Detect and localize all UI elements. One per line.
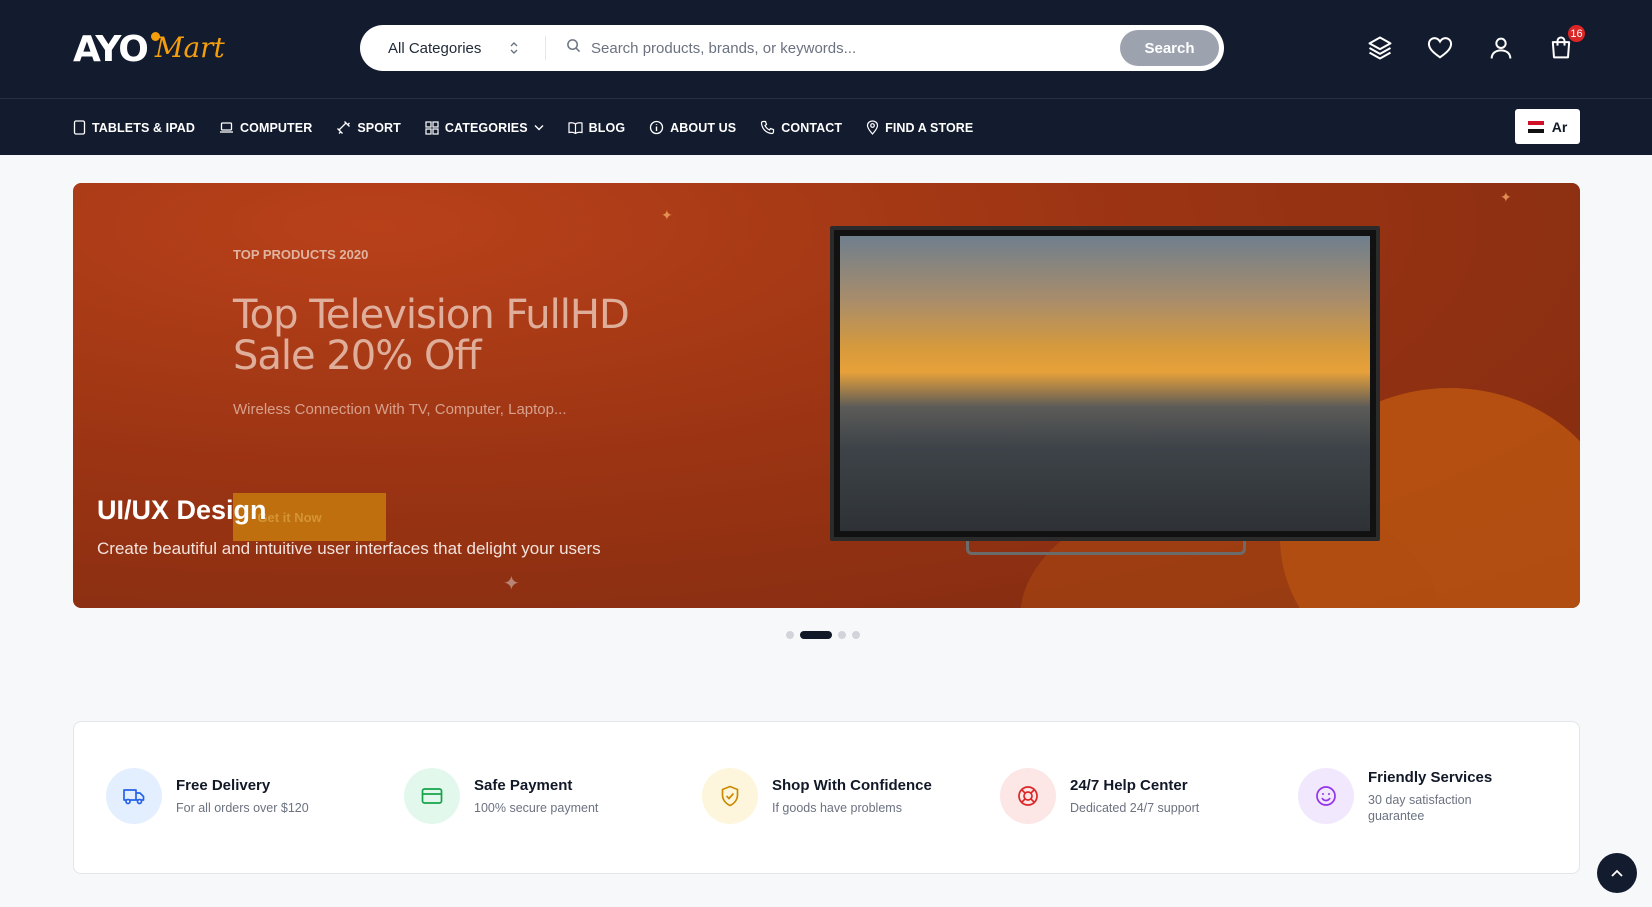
feature-title: Friendly Services [1368,768,1493,786]
feature-free-delivery: Free Delivery For all orders over $120 [106,768,326,824]
sparkle-icon: ✦ [1500,189,1512,205]
feature-safe-payment: Safe Payment 100% secure payment [404,768,624,824]
nav-item-sport[interactable]: SPORT [336,120,401,135]
feature-description: Dedicated 24/7 support [1070,800,1200,815]
search-input[interactable] [591,39,1120,57]
feature-shop-confidence: Shop With Confidence If goods have probl… [702,768,932,824]
feature-title: Shop With Confidence [772,776,932,794]
search-field [546,25,1120,71]
search-button[interactable]: Search [1120,30,1219,66]
feature-description: For all orders over $120 [176,800,309,815]
nav-item-label: TABLETS & IPAD [92,120,196,135]
cart-button[interactable]: 16 [1545,23,1587,64]
phone-icon [761,120,775,135]
sparkle-icon: ✦ [661,207,673,223]
nav-item-tablets[interactable]: TABLETS & IPAD [73,120,195,135]
tv-stand [966,541,1246,555]
tablet-icon [73,120,86,135]
logo-text: AYO [73,28,149,70]
grid-icon [425,120,439,135]
nav-item-computer[interactable]: COMPUTER [219,121,312,135]
slider-dot[interactable] [786,631,794,639]
logo[interactable]: AYO Mart [73,28,225,70]
language-label: Ar [1551,118,1568,135]
tv-image [830,226,1380,541]
feature-help-center: 24/7 Help Center Dedicated 24/7 support [1000,768,1220,824]
info-icon [650,120,664,135]
smile-icon [1298,768,1354,824]
slide-caption-description: Create beautiful and intuitive user inte… [97,539,601,558]
feature-friendly-services: Friendly Services 30 day satisfaction gu… [1298,768,1498,824]
search-icon [566,38,581,58]
language-switcher[interactable]: Ar [1515,109,1580,144]
slider-pagination [786,631,860,639]
chevron-up-icon [1611,869,1623,877]
dumbbell-icon [337,121,351,134]
nav-item-label: ABOUT US [670,120,737,135]
nav-item-label: COMPUTER [240,120,313,135]
nav-item-label: BLOG [588,120,626,135]
nav-item-contact[interactable]: CONTACT [760,120,842,135]
main-nav: TABLETS & IPAD COMPUTER SPORT CATEGORIES… [0,98,1652,155]
logo-script: Mart [154,30,225,64]
heart-icon[interactable] [1424,32,1456,64]
nav-item-label: CONTACT [781,120,843,135]
cart-count-badge: 16 [1566,23,1587,44]
hero-title: Top Television FullHD Sale 20% Off [233,292,630,379]
chevron-down-icon [534,125,544,131]
search-bar: All Categories Search [360,25,1224,71]
slider-dot[interactable] [852,631,860,639]
feature-description: If goods have problems [772,800,902,815]
feature-title: 24/7 Help Center [1070,776,1188,794]
nav-item-about[interactable]: ABOUT US [649,120,736,135]
nav-item-label: SPORT [357,120,401,135]
shield-check-icon [702,768,758,824]
header: AYO Mart All Categories Search 16 [0,0,1652,98]
credit-card-icon [404,768,460,824]
feature-title: Free Delivery [176,776,271,794]
sparkle-icon: ✦ [503,573,520,595]
user-icon[interactable] [1485,32,1517,64]
tv-screen [840,236,1370,531]
laptop-icon [220,122,234,133]
egypt-flag-icon [1527,120,1544,133]
lifebuoy-icon [1000,768,1056,824]
features-bar: Free Delivery For all orders over $120 S… [73,721,1580,874]
chevron-up-down-icon [509,41,519,55]
logo-dot [151,32,160,41]
truck-icon [106,768,162,824]
nav-item-find-store[interactable]: FIND A STORE [866,120,973,135]
slider-dot-active[interactable] [800,631,832,639]
nav-item-label: FIND A STORE [885,120,974,135]
slide-caption-title: UI/UX Design [97,495,267,525]
back-to-top-button[interactable] [1597,853,1637,893]
hero-subtitle: Wireless Connection With TV, Computer, L… [233,401,567,418]
nav-item-blog[interactable]: BLOG [568,121,626,135]
category-select-label: All Categories [388,39,482,57]
feature-description: 30 day satisfaction guarantee [1368,792,1472,823]
book-icon [568,122,583,134]
category-select[interactable]: All Categories [360,25,545,71]
slider-dot[interactable] [838,631,846,639]
feature-description: 100% secure payment [474,800,599,815]
nav-item-categories[interactable]: CATEGORIES [425,121,544,135]
hero-slider[interactable]: ✦ ✦ ✦ TOP PRODUCTS 2020 Top Television F… [73,183,1580,608]
compare-layers-icon[interactable] [1364,32,1396,64]
feature-title: Safe Payment [474,776,573,794]
nav-item-label: CATEGORIES [444,120,528,135]
map-pin-icon [867,120,879,135]
hero-eyebrow: TOP PRODUCTS 2020 [233,247,369,262]
